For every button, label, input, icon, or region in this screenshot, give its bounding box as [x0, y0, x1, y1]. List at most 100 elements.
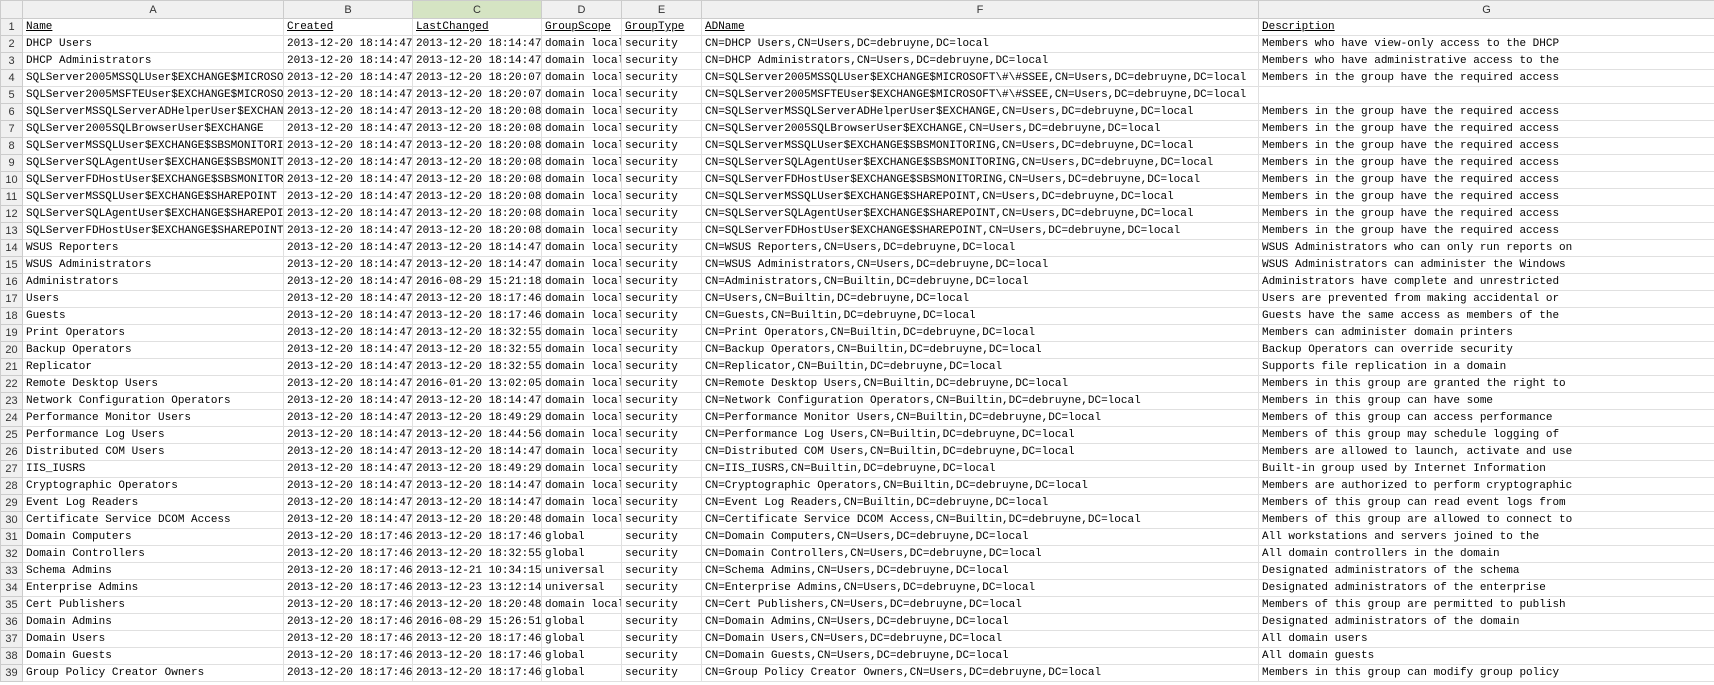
- cell-groupscope[interactable]: domain local: [542, 53, 622, 70]
- cell-grouptype[interactable]: security: [622, 53, 702, 70]
- cell-grouptype[interactable]: security: [622, 478, 702, 495]
- row-header-22[interactable]: 22: [1, 376, 23, 393]
- cell-grouptype[interactable]: security: [622, 155, 702, 172]
- cell-created[interactable]: 2013-12-20 18:14:47: [284, 393, 413, 410]
- cell-groupscope[interactable]: domain local: [542, 87, 622, 104]
- cell-groupscope[interactable]: domain local: [542, 240, 622, 257]
- cell-description[interactable]: Members can administer domain printers: [1259, 325, 1714, 342]
- header-cell-grouptype[interactable]: GroupType: [622, 19, 702, 36]
- cell-created[interactable]: 2013-12-20 18:17:46: [284, 529, 413, 546]
- cell-lastchanged[interactable]: 2013-12-20 18:20:08: [413, 223, 542, 240]
- cell-created[interactable]: 2013-12-20 18:14:47: [284, 325, 413, 342]
- row-header-7[interactable]: 7: [1, 121, 23, 138]
- cell-description[interactable]: Guests have the same access as members o…: [1259, 308, 1714, 325]
- cell-adname[interactable]: CN=Distributed COM Users,CN=Builtin,DC=d…: [702, 444, 1259, 461]
- cell-groupscope[interactable]: domain local: [542, 308, 622, 325]
- cell-groupscope[interactable]: domain local: [542, 342, 622, 359]
- row-header-34[interactable]: 34: [1, 580, 23, 597]
- cell-adname[interactable]: CN=SQLServerFDHostUser$EXCHANGE$SBSMONIT…: [702, 172, 1259, 189]
- row-header-39[interactable]: 39: [1, 665, 23, 682]
- cell-description[interactable]: Members in this group can have some: [1259, 393, 1714, 410]
- row-header-1[interactable]: 1: [1, 19, 23, 36]
- cell-groupscope[interactable]: domain local: [542, 359, 622, 376]
- row-header-36[interactable]: 36: [1, 614, 23, 631]
- cell-lastchanged[interactable]: 2013-12-20 18:32:55: [413, 325, 542, 342]
- column-header-A[interactable]: A: [23, 1, 284, 19]
- cell-grouptype[interactable]: security: [622, 104, 702, 121]
- cell-adname[interactable]: CN=WSUS Reporters,CN=Users,DC=debruyne,D…: [702, 240, 1259, 257]
- cell-grouptype[interactable]: security: [622, 546, 702, 563]
- cell-adname[interactable]: CN=Guests,CN=Builtin,DC=debruyne,DC=loca…: [702, 308, 1259, 325]
- cell-groupscope[interactable]: global: [542, 529, 622, 546]
- cell-adname[interactable]: CN=SQLServerMSSQLUser$EXCHANGE$SBSMONITO…: [702, 138, 1259, 155]
- cell-lastchanged[interactable]: 2013-12-23 13:12:14: [413, 580, 542, 597]
- cell-groupscope[interactable]: domain local: [542, 155, 622, 172]
- cell-lastchanged[interactable]: 2013-12-20 18:14:47: [413, 257, 542, 274]
- cell-name[interactable]: Domain Users: [23, 631, 284, 648]
- cell-grouptype[interactable]: security: [622, 240, 702, 257]
- cell-description[interactable]: All domain guests: [1259, 648, 1714, 665]
- cell-groupscope[interactable]: domain local: [542, 478, 622, 495]
- cell-lastchanged[interactable]: 2013-12-20 18:14:47: [413, 444, 542, 461]
- row-header-3[interactable]: 3: [1, 53, 23, 70]
- cell-grouptype[interactable]: security: [622, 444, 702, 461]
- cell-grouptype[interactable]: security: [622, 614, 702, 631]
- cell-description[interactable]: All domain controllers in the domain: [1259, 546, 1714, 563]
- cell-lastchanged[interactable]: 2013-12-20 18:20:08: [413, 155, 542, 172]
- cell-description[interactable]: Members in the group have the required a…: [1259, 223, 1714, 240]
- cell-adname[interactable]: CN=SQLServerMSSQLServerADHelperUser$EXCH…: [702, 104, 1259, 121]
- cell-description[interactable]: Members of this group can read event log…: [1259, 495, 1714, 512]
- cell-adname[interactable]: CN=DHCP Users,CN=Users,DC=debruyne,DC=lo…: [702, 36, 1259, 53]
- row-header-13[interactable]: 13: [1, 223, 23, 240]
- cell-description[interactable]: Members of this group are allowed to con…: [1259, 512, 1714, 529]
- cell-description[interactable]: [1259, 87, 1714, 104]
- cell-lastchanged[interactable]: 2016-01-20 13:02:05: [413, 376, 542, 393]
- cell-lastchanged[interactable]: 2013-12-20 18:17:46: [413, 631, 542, 648]
- cell-description[interactable]: Administrators have complete and unrestr…: [1259, 274, 1714, 291]
- cell-name[interactable]: Cryptographic Operators: [23, 478, 284, 495]
- cell-grouptype[interactable]: security: [622, 308, 702, 325]
- row-header-18[interactable]: 18: [1, 308, 23, 325]
- cell-lastchanged[interactable]: 2013-12-20 18:20:08: [413, 189, 542, 206]
- cell-groupscope[interactable]: domain local: [542, 257, 622, 274]
- cell-adname[interactable]: CN=Domain Users,CN=Users,DC=debruyne,DC=…: [702, 631, 1259, 648]
- cell-grouptype[interactable]: security: [622, 138, 702, 155]
- cell-grouptype[interactable]: security: [622, 206, 702, 223]
- cell-created[interactable]: 2013-12-20 18:14:47: [284, 121, 413, 138]
- cell-grouptype[interactable]: security: [622, 631, 702, 648]
- cell-name[interactable]: SQLServerSQLAgentUser$EXCHANGE$SHAREPOIN: [23, 206, 284, 223]
- cell-name[interactable]: Remote Desktop Users: [23, 376, 284, 393]
- cell-grouptype[interactable]: security: [622, 427, 702, 444]
- cell-lastchanged[interactable]: 2013-12-20 18:14:47: [413, 478, 542, 495]
- cell-created[interactable]: 2013-12-20 18:17:46: [284, 580, 413, 597]
- cell-created[interactable]: 2013-12-20 18:14:47: [284, 172, 413, 189]
- row-header-25[interactable]: 25: [1, 427, 23, 444]
- cell-description[interactable]: Members who have view-only access to the…: [1259, 36, 1714, 53]
- cell-grouptype[interactable]: security: [622, 257, 702, 274]
- cell-adname[interactable]: CN=SQLServerMSSQLUser$EXCHANGE$SHAREPOIN…: [702, 189, 1259, 206]
- cell-name[interactable]: Network Configuration Operators: [23, 393, 284, 410]
- row-header-2[interactable]: 2: [1, 36, 23, 53]
- cell-name[interactable]: SQLServer2005MSSQLUser$EXCHANGE$MICROSOF: [23, 70, 284, 87]
- cell-adname[interactable]: CN=Performance Monitor Users,CN=Builtin,…: [702, 410, 1259, 427]
- column-header-B[interactable]: B: [284, 1, 413, 19]
- cell-adname[interactable]: CN=Domain Guests,CN=Users,DC=debruyne,DC…: [702, 648, 1259, 665]
- cell-name[interactable]: SQLServerMSSQLUser$EXCHANGE$SHAREPOINT: [23, 189, 284, 206]
- cell-name[interactable]: Performance Log Users: [23, 427, 284, 444]
- row-header-30[interactable]: 30: [1, 512, 23, 529]
- cell-lastchanged[interactable]: 2013-12-20 18:17:46: [413, 665, 542, 682]
- cell-name[interactable]: Replicator: [23, 359, 284, 376]
- cell-adname[interactable]: CN=Group Policy Creator Owners,CN=Users,…: [702, 665, 1259, 682]
- row-header-31[interactable]: 31: [1, 529, 23, 546]
- cell-name[interactable]: SQLServerFDHostUser$EXCHANGE$SBSMONITORI: [23, 172, 284, 189]
- cell-grouptype[interactable]: security: [622, 461, 702, 478]
- cell-name[interactable]: Performance Monitor Users: [23, 410, 284, 427]
- cell-grouptype[interactable]: security: [622, 223, 702, 240]
- cell-description[interactable]: WSUS Administrators who can only run rep…: [1259, 240, 1714, 257]
- cell-grouptype[interactable]: security: [622, 172, 702, 189]
- cell-grouptype[interactable]: security: [622, 87, 702, 104]
- spreadsheet-grid[interactable]: ABCDEFG 1NameCreatedLastChangedGroupScop…: [0, 0, 1714, 682]
- row-header-8[interactable]: 8: [1, 138, 23, 155]
- column-header-C[interactable]: C: [413, 1, 542, 19]
- cell-name[interactable]: SQLServerSQLAgentUser$EXCHANGE$SBSMONITO: [23, 155, 284, 172]
